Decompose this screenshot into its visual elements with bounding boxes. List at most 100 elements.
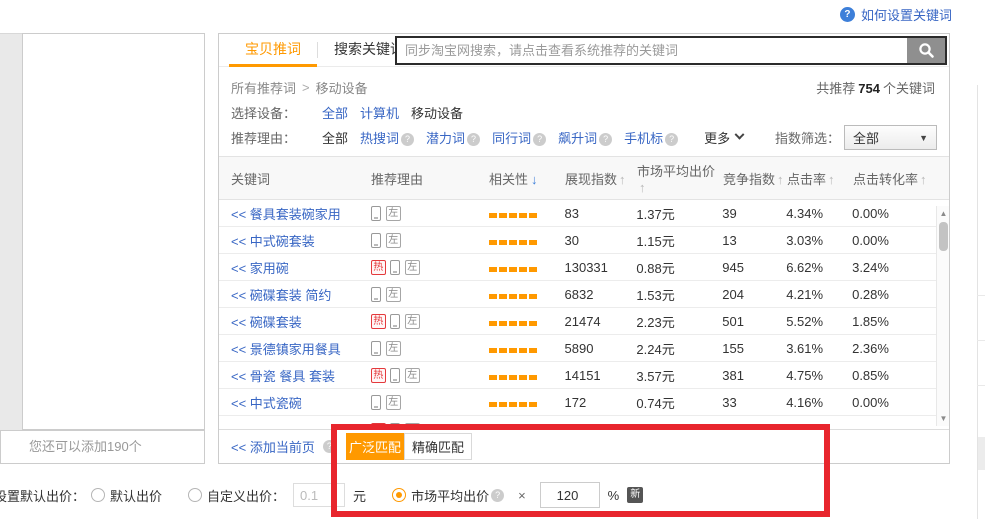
reason-option-hot[interactable]: 热搜词? — [360, 128, 414, 147]
help-icon[interactable]: ? — [665, 133, 678, 146]
mobile-icon — [390, 260, 400, 275]
keyword-link[interactable]: << 骨瓷 餐具 套装 — [231, 369, 335, 384]
add-current-page-button[interactable]: << 添加当前页 — [231, 437, 315, 456]
relevance-bar-segment — [499, 348, 507, 353]
help-icon[interactable]: ? — [533, 133, 546, 146]
broad-match-button[interactable]: 广泛匹配 — [346, 433, 404, 460]
sort-icon[interactable]: ↑ — [777, 172, 784, 187]
header-reason[interactable]: 推荐理由 — [371, 169, 489, 188]
help-icon[interactable]: ? — [467, 133, 480, 146]
table-row: << 家用碗热左1303310.88元9456.62%3.24% — [219, 254, 936, 281]
header-ctr[interactable]: 点击率↑ — [787, 169, 853, 188]
hot-badge-icon: 热 — [371, 368, 386, 383]
reason-option-all[interactable]: 全部 — [322, 128, 348, 147]
help-icon[interactable]: ? — [599, 133, 612, 146]
breadcrumb-separator: > — [302, 80, 310, 95]
device-option-all[interactable]: 全部 — [322, 103, 348, 122]
header-competition[interactable]: 竞争指数↑ — [723, 169, 787, 188]
sort-icon[interactable]: ↑ — [920, 172, 927, 187]
index-filter-dropdown[interactable]: 全部 ▼ — [844, 125, 937, 150]
market-avg-radio[interactable] — [392, 488, 406, 502]
competition-value: 381 — [722, 368, 786, 383]
sort-icon[interactable]: ↑ — [619, 172, 626, 187]
help-icon[interactable]: ? — [491, 489, 504, 502]
keyword-link[interactable]: << 中式碗套装 — [231, 234, 315, 249]
impressions-value: 172 — [565, 395, 637, 410]
header-impressions[interactable]: 展现指数↑ — [565, 169, 637, 188]
reason-cell: 左 — [371, 205, 489, 221]
ctr-value: 3.61% — [786, 341, 852, 356]
sort-descending-icon[interactable]: ↓ — [531, 172, 538, 187]
hot-badge-icon: 热 — [371, 314, 386, 329]
help-link[interactable]: ? 如何设置关键词 — [840, 5, 952, 24]
header-relevance-label: 相关性 — [489, 172, 528, 187]
index-filter-value: 全部 — [853, 128, 879, 147]
scrollbar-thumb[interactable] — [939, 222, 948, 251]
reason-option-rising-label: 飙升词 — [558, 131, 597, 146]
keyword-link[interactable]: << 碗碟套装 — [231, 315, 302, 330]
keyword-search-box — [395, 36, 947, 65]
help-question-icon: ? — [840, 7, 855, 22]
reason-filter-label: 推荐理由： — [231, 128, 296, 147]
multiply-sign: × — [518, 488, 526, 503]
default-bid-row: 设置默认出价： 默认出价 自定义出价： 元 市场平均出价 ? × % 新 — [0, 478, 643, 512]
cvr-value: 0.00% — [852, 233, 936, 248]
tab-bar: 宝贝推词 搜索关键词 — [219, 34, 949, 67]
keyword-link[interactable]: << — [231, 422, 246, 425]
keyword-link[interactable]: << 中式瓷碗 — [231, 396, 302, 411]
sort-icon[interactable]: ↑ — [828, 172, 835, 187]
device-option-pc[interactable]: 计算机 — [360, 103, 399, 122]
scroll-down-icon[interactable]: ▼ — [937, 414, 950, 423]
keyword-link[interactable]: << 景德镇家用餐具 — [231, 342, 341, 357]
custom-bid-input[interactable] — [293, 483, 345, 507]
mobile-icon — [371, 395, 381, 410]
more-filters-button[interactable]: 更多 — [704, 128, 743, 147]
keyword-search-input[interactable] — [397, 38, 907, 63]
default-bid-radio[interactable] — [91, 488, 105, 502]
breadcrumb-parent[interactable]: 所有推荐词 — [231, 78, 296, 97]
relevance-bar-segment — [499, 240, 507, 245]
relevance-bar-segment — [489, 240, 497, 245]
header-relevance[interactable]: 相关性↓ — [489, 169, 565, 188]
keyword-link[interactable]: << 餐具套装碗家用 — [231, 207, 341, 222]
keyword-link[interactable]: << 碗碟套装 简约 — [231, 288, 331, 303]
cvr-value: 1.85% — [852, 314, 936, 329]
ctr-value: 6.62% — [786, 260, 852, 275]
tab-item-recommend[interactable]: 宝贝推词 — [229, 34, 317, 67]
left-badge-icon: 左 — [405, 314, 420, 329]
yuan-label: 元 — [353, 486, 366, 505]
device-option-mobile[interactable]: 移动设备 — [411, 103, 463, 122]
device-filter-label: 选择设备： — [231, 103, 296, 122]
exact-match-button[interactable]: 精确匹配 — [404, 433, 472, 460]
relevance-bar-segment — [499, 294, 507, 299]
custom-bid-radio[interactable] — [188, 488, 202, 502]
help-link-label: 如何设置关键词 — [861, 5, 952, 24]
help-icon[interactable]: ? — [401, 133, 414, 146]
header-cvr[interactable]: 点击转化率↑ — [853, 169, 937, 188]
keyword-cell: << 餐具套装碗家用 — [231, 204, 371, 223]
hot-badge-icon: 热 — [371, 423, 386, 425]
relevance-bar-segment — [489, 213, 497, 218]
reason-option-rising[interactable]: 飙升词? — [558, 128, 612, 147]
help-icon[interactable]: ? — [323, 440, 336, 453]
table-scrollbar[interactable]: ▲ ▼ — [936, 206, 949, 426]
relevance-bars — [489, 341, 565, 356]
header-keyword[interactable]: 关键词 — [231, 169, 371, 188]
percent-input[interactable] — [540, 482, 600, 508]
sort-icon[interactable]: ↑ — [639, 180, 646, 195]
impressions-value: 21474 — [565, 314, 637, 329]
search-button[interactable] — [907, 38, 945, 63]
relevance-bar-segment — [489, 348, 497, 353]
header-avg-price[interactable]: 市场平均出价↑ — [637, 161, 723, 195]
reason-option-mobile-tag[interactable]: 手机标? — [624, 128, 678, 147]
scroll-up-icon[interactable]: ▲ — [937, 209, 950, 218]
keyword-cell: << 碗碟套装 简约 — [231, 285, 371, 304]
add-current-page-label: 添加当前页 — [250, 440, 315, 455]
mobile-icon — [390, 423, 400, 425]
table-row: << 中式碗套装左301.15元133.03%0.00% — [219, 227, 936, 254]
reason-option-peer[interactable]: 同行词? — [492, 128, 546, 147]
keyword-link[interactable]: << 家用碗 — [231, 261, 289, 276]
table-row: << 碗碟套装热左214742.23元5015.52%1.85% — [219, 308, 936, 335]
reason-option-potential[interactable]: 潜力词? — [426, 128, 480, 147]
recommend-count: 共推荐754个关键词 — [816, 78, 937, 97]
